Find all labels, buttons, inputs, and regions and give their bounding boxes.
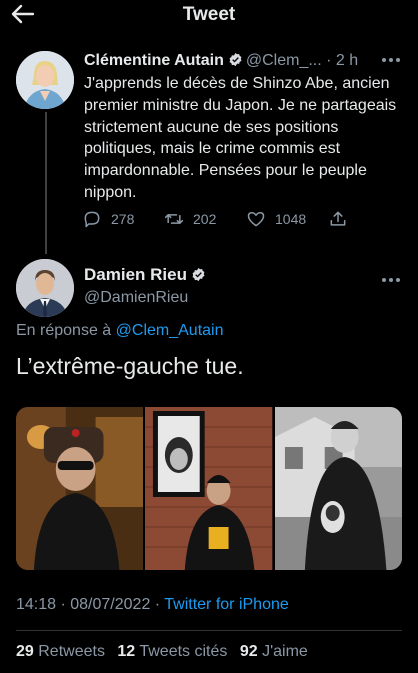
tweet-source-link[interactable]: Twitter for iPhone [164,596,289,613]
top-bar: Tweet [0,0,418,30]
parent-tweet-text: J'apprends le décès de Shinzo Abe, ancie… [84,75,397,201]
retweet-count: 202 [193,211,217,227]
quotes-count: 12 [117,643,136,660]
like-button[interactable]: 1048 [246,207,306,231]
like-count: 1048 [275,211,307,227]
tweet-timestamp: 14:18 · 08/07/2022 · [16,596,165,613]
main-author-handle[interactable]: @DamienRieu [84,289,188,307]
reply-prefix: En réponse à [16,322,112,339]
likes-stat[interactable]: 92 J'aime [240,643,308,660]
retweet-button[interactable]: 202 [164,207,216,231]
retweets-stat[interactable]: 29 Retweets [16,643,105,660]
share-button[interactable] [328,207,348,231]
avatar-clementine[interactable] [16,51,74,109]
more-options-icon[interactable] [380,52,402,68]
tweet-metadata: 14:18 · 08/07/2022 · Twitter for iPhone [16,596,289,614]
likes-label: J'aime [262,643,308,660]
share-icon [330,211,346,226]
divider [16,630,402,631]
thread-connector [45,112,47,254]
media-photo-3[interactable] [274,407,402,570]
parent-tweet-header: Clémentine Autain @Clem_... · 2 h [84,52,404,74]
parent-author-name[interactable]: Clémentine Autain [84,52,224,69]
main-tweet-text: L’extrême-gauche tue. [16,353,244,379]
quotes-label: Tweets cités [139,643,228,660]
retweet-icon [164,214,184,224]
main-author-name[interactable]: Damien Rieu [84,265,187,284]
page-title: Tweet [182,4,236,25]
tweet-stats: 29 Retweets 12 Tweets cités 92 J'aime [16,643,316,661]
main-author-row: Damien Rieu [84,265,209,285]
parent-handle-time: @Clem_... · 2 h [245,52,359,69]
retweets-label: Retweets [38,643,105,660]
reply-context: En réponse à @Clem_Autain [16,322,223,340]
media-photo-1[interactable] [16,407,144,570]
reply-count: 278 [111,211,135,227]
avatar-damien[interactable] [16,259,74,317]
heart-icon [247,212,265,227]
media-photo-2[interactable] [145,407,273,570]
parent-tweet-actions: 278 202 1048 [82,207,362,231]
reply-handle-link[interactable]: @Clem_Autain [116,322,224,339]
verified-badge-icon [192,267,205,282]
more-options-icon[interactable] [380,272,402,288]
media-grid [16,407,402,570]
verified-badge-icon [229,52,242,67]
reply-icon [84,211,100,228]
reply-button[interactable]: 278 [82,207,134,231]
likes-count: 92 [239,643,258,660]
quotes-stat[interactable]: 12 Tweets cités [117,643,227,660]
retweets-count: 29 [16,643,34,660]
